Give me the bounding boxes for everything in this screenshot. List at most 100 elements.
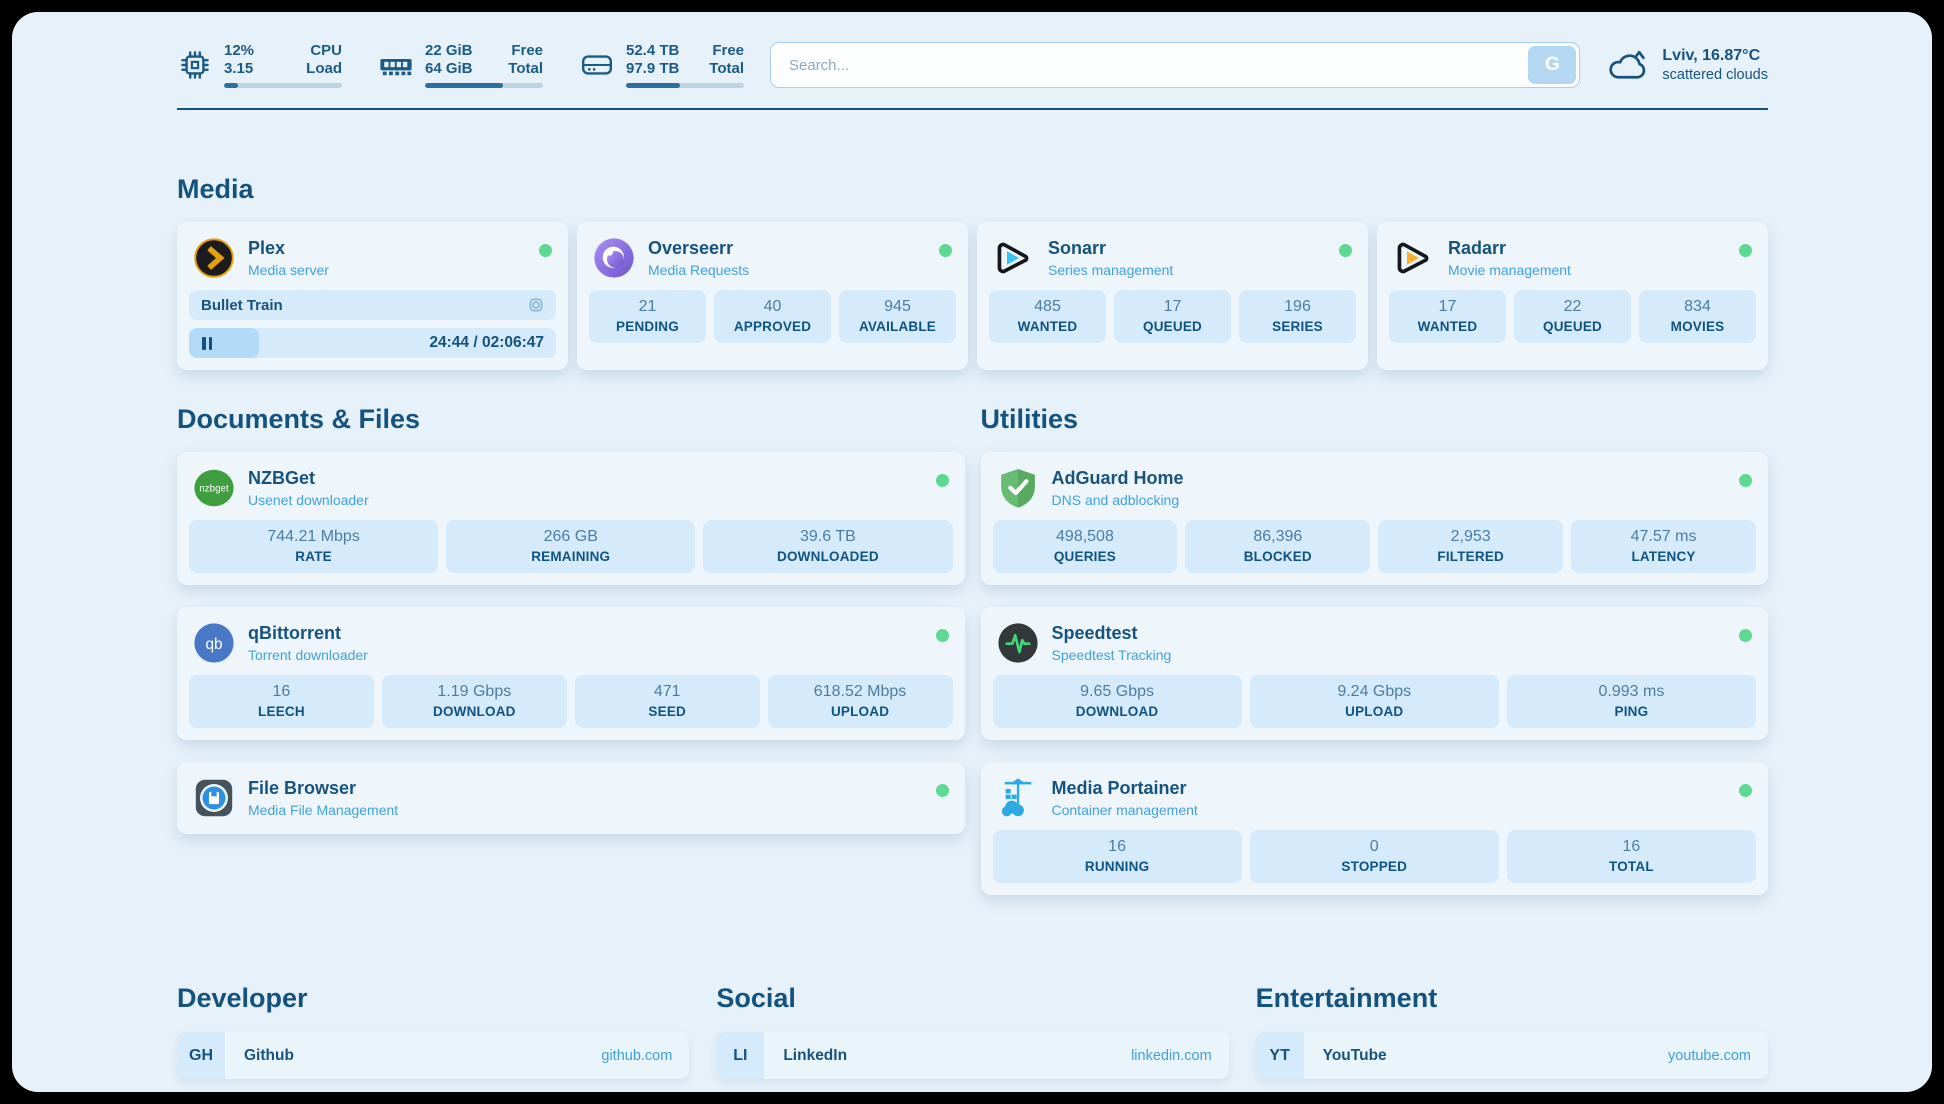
now-playing-title: Bullet Train — [201, 297, 283, 314]
portainer-app-link[interactable]: Media Portainer Container management — [993, 774, 1757, 830]
plex-app-link[interactable]: Plex Media server — [189, 234, 556, 290]
svg-text:nzbget: nzbget — [199, 484, 229, 495]
status-dot — [936, 474, 949, 487]
stat-tile: 9.24 GbpsUPLOAD — [1250, 675, 1499, 728]
app-subtitle: Media server — [248, 262, 329, 278]
weather-widget[interactable]: Lviv, 16.87°C scattered clouds — [1606, 46, 1768, 84]
status-dot — [936, 784, 949, 797]
search-provider-button[interactable]: G — [1528, 46, 1576, 84]
disk-free-value: 52.4 TB — [626, 42, 691, 59]
adguard-app-link[interactable]: AdGuard Home DNS and adblocking — [993, 464, 1757, 520]
cpu-stat: 12% CPU 3.15 Load — [177, 42, 342, 88]
status-dot — [1739, 474, 1752, 487]
sonarr-icon — [993, 237, 1035, 279]
qbittorrent-icon: qb — [193, 622, 235, 664]
bookmark-name: YouTube — [1323, 1047, 1387, 1065]
app-name[interactable]: AdGuard Home — [1052, 468, 1184, 489]
status-dot — [1339, 244, 1352, 257]
cpu-label-top: CPU — [306, 42, 342, 59]
qbittorrent-app-link[interactable]: qb qBittorrent Torrent downloader — [189, 619, 953, 675]
pause-icon[interactable] — [202, 337, 212, 350]
bookmark-linkedin[interactable]: LI LinkedIn linkedin.com — [716, 1032, 1228, 1079]
bookmark-url: linkedin.com — [1131, 1048, 1212, 1064]
stat-tile: 47.57 msLATENCY — [1571, 520, 1756, 573]
stat-tile: 2,953FILTERED — [1378, 520, 1563, 573]
stat-tile: 17WANTED — [1389, 290, 1506, 343]
app-name[interactable]: qBittorrent — [248, 623, 368, 644]
nzbget-card: nzbget NZBGet Usenet downloader 744.21 M… — [177, 452, 965, 585]
bookmark-youtube[interactable]: YT YouTube youtube.com — [1256, 1032, 1768, 1079]
speedtest-app-link[interactable]: Speedtest Speedtest Tracking — [993, 619, 1757, 675]
bookmark-group-entertainment: Entertainment YT YouTube youtube.com NF … — [1256, 983, 1768, 1092]
section-media: Media Plex Media server Bullet Train — [177, 174, 1768, 370]
section-title-social: Social — [716, 983, 1228, 1014]
section-title-utilities: Utilities — [981, 404, 1769, 435]
app-name[interactable]: Media Portainer — [1052, 778, 1198, 799]
app-subtitle: Torrent downloader — [248, 647, 368, 663]
now-playing-row: Bullet Train — [189, 290, 556, 320]
app-subtitle: Media File Management — [248, 802, 398, 818]
stat-tile: 17QUEUED — [1114, 290, 1231, 343]
stat-tile: 16TOTAL — [1507, 830, 1756, 883]
status-dot — [1739, 629, 1752, 642]
app-name[interactable]: Overseerr — [648, 238, 749, 259]
stat-tile: 16LEECH — [189, 675, 374, 728]
status-dot — [1739, 244, 1752, 257]
stat-tile: 21PENDING — [589, 290, 706, 343]
svg-text:qb: qb — [205, 636, 222, 653]
stat-tile: 485WANTED — [989, 290, 1106, 343]
sonarr-app-link[interactable]: Sonarr Series management — [989, 234, 1356, 290]
section-title-documents: Documents & Files — [177, 404, 965, 435]
disk-label-bottom: Total — [709, 60, 744, 77]
portainer-card: Media Portainer Container management 16R… — [981, 762, 1769, 895]
app-subtitle: Movie management — [1448, 262, 1571, 278]
app-subtitle: Usenet downloader — [248, 492, 369, 508]
filebrowser-icon — [193, 777, 235, 819]
app-subtitle: Media Requests — [648, 262, 749, 278]
app-name[interactable]: NZBGet — [248, 468, 369, 489]
overseerr-app-link[interactable]: Overseerr Media Requests — [589, 234, 956, 290]
radarr-app-link[interactable]: Radarr Movie management — [1389, 234, 1756, 290]
search-input[interactable] — [770, 42, 1580, 88]
stat-tile: 471SEED — [575, 675, 760, 728]
ram-label-top: Free — [508, 42, 543, 59]
adguard-card: AdGuard Home DNS and adblocking 498,508Q… — [981, 452, 1769, 585]
disk-icon — [579, 47, 615, 83]
app-name[interactable]: Speedtest — [1052, 623, 1172, 644]
gear-icon[interactable] — [526, 295, 546, 315]
bookmark-github[interactable]: GH Github github.com — [177, 1032, 689, 1079]
cpu-progress-bar — [224, 83, 342, 88]
app-name[interactable]: Radarr — [1448, 238, 1571, 259]
stat-tile: 0.993 msPING — [1507, 675, 1756, 728]
stat-tile: 40APPROVED — [714, 290, 831, 343]
playback-progress-bar[interactable]: 24:44 / 02:06:47 — [189, 328, 556, 358]
stat-tile: 22QUEUED — [1514, 290, 1631, 343]
bookmark-url: github.com — [601, 1048, 672, 1064]
bookmark-group-social: Social LI LinkedIn linkedin.com TW Twitt… — [716, 983, 1228, 1092]
stat-tile: 834MOVIES — [1639, 290, 1756, 343]
cloud-icon — [1606, 46, 1650, 84]
disk-progress-bar — [626, 83, 744, 88]
status-dot — [1739, 784, 1752, 797]
app-name[interactable]: File Browser — [248, 778, 398, 799]
playback-progress-fill — [189, 328, 259, 358]
app-name[interactable]: Sonarr — [1048, 238, 1173, 259]
overseerr-icon — [593, 237, 635, 279]
stat-tile: 196SERIES — [1239, 290, 1356, 343]
filebrowser-app-link[interactable]: File Browser Media File Management — [189, 774, 953, 822]
ram-label-bottom: Total — [508, 60, 543, 77]
ram-icon — [378, 47, 414, 83]
cpu-label-bottom: Load — [306, 60, 342, 77]
ram-progress-bar — [425, 83, 543, 88]
ram-stat: 22 GiB Free 64 GiB Total — [378, 42, 543, 88]
section-documents: Documents & Files nzbget NZBGet Usenet d… — [177, 404, 965, 856]
app-name[interactable]: Plex — [248, 238, 329, 259]
app-subtitle: DNS and adblocking — [1052, 492, 1184, 508]
app-subtitle: Series management — [1048, 262, 1173, 278]
nzbget-app-link[interactable]: nzbget NZBGet Usenet downloader — [189, 464, 953, 520]
disk-stat: 52.4 TB Free 97.9 TB Total — [579, 42, 744, 88]
radarr-icon — [1393, 237, 1435, 279]
top-bar: 12% CPU 3.15 Load — [177, 42, 1768, 88]
stat-tile: 744.21 MbpsRATE — [189, 520, 438, 573]
stat-tile: 9.65 GbpsDOWNLOAD — [993, 675, 1242, 728]
